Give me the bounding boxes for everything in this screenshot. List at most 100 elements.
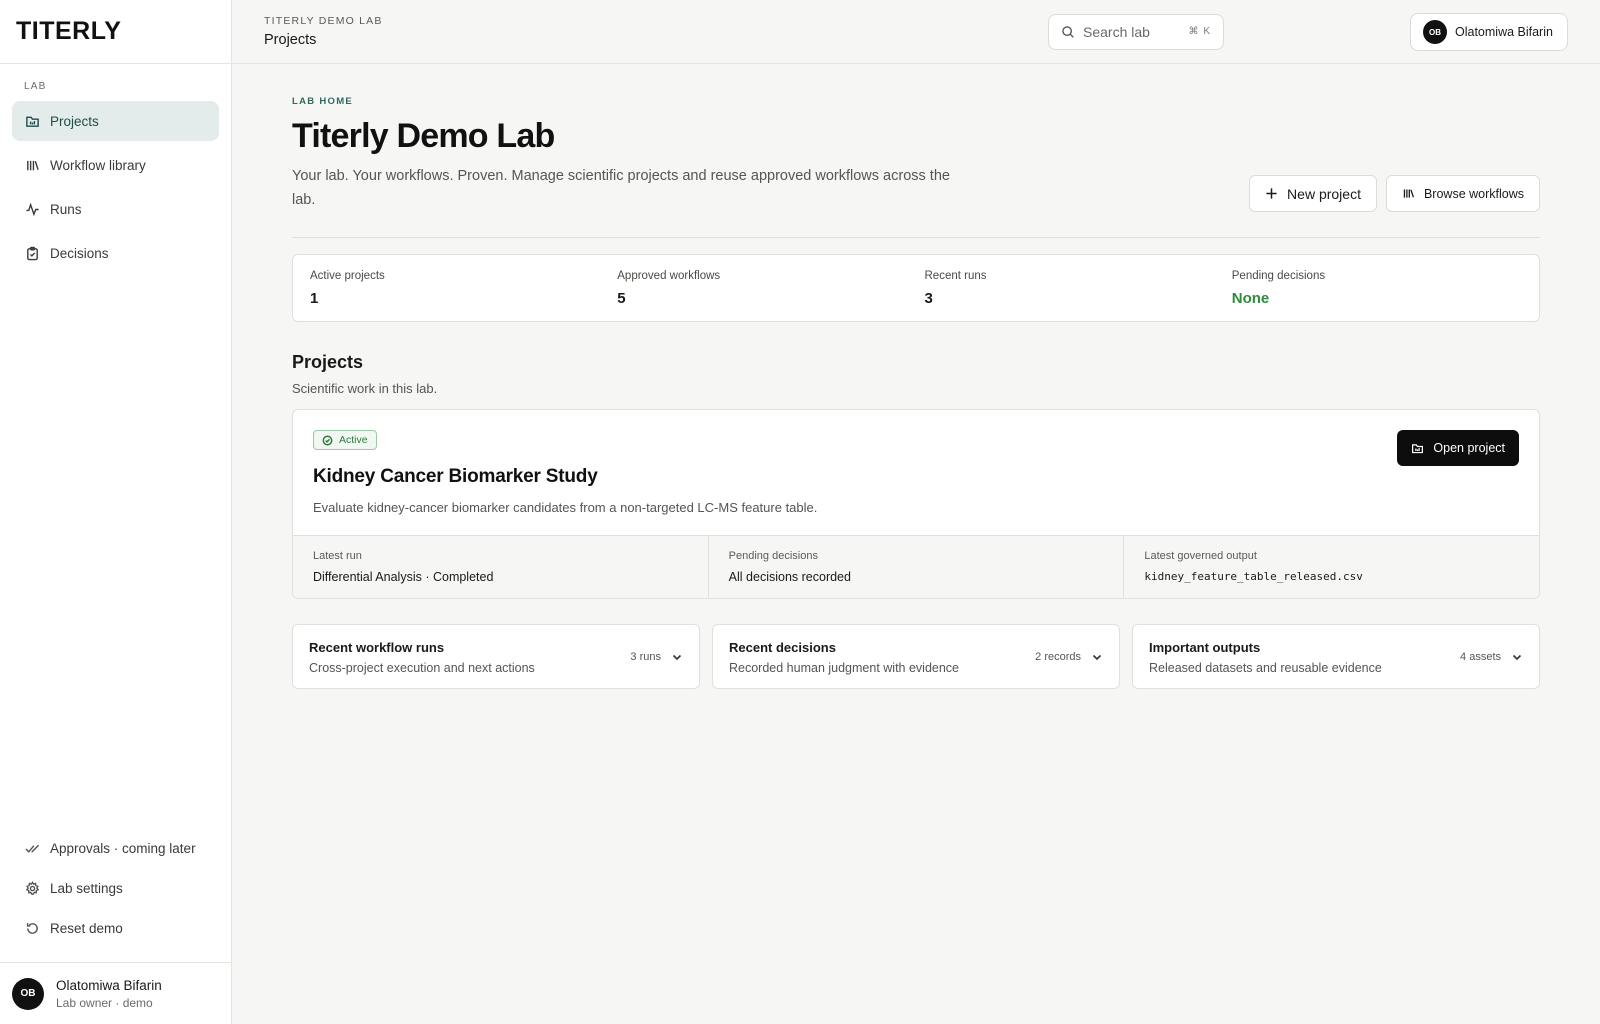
status-badge: Active — [313, 430, 377, 450]
folder-icon — [1412, 443, 1424, 453]
search-shortcut: ⌘ K — [1188, 26, 1211, 37]
search-input[interactable] — [1083, 24, 1183, 40]
panel-title: Recent workflow runs — [309, 640, 445, 655]
library-icon — [24, 157, 40, 173]
stat-label: Active projects — [310, 270, 385, 282]
header-divider — [292, 237, 1540, 238]
status-badge-label: Active — [339, 434, 368, 446]
page-title: Titerly Demo Lab — [292, 117, 555, 155]
double-check-icon — [24, 840, 40, 856]
meta-value[interactable]: kidney_feature_table_released.csv — [1144, 570, 1519, 583]
stat-value: None — [1231, 290, 1270, 307]
sidebar-item-approvals[interactable]: Approvals · coming later — [0, 828, 231, 868]
page-eyebrow: LAB HOME — [292, 96, 354, 107]
sidebar-item-label: Decisions — [50, 245, 109, 261]
avatar: OB — [12, 977, 44, 1010]
stat-label: Recent runs — [924, 270, 987, 282]
open-project-label: Open project — [1433, 441, 1505, 455]
panel-recent-decisions[interactable]: Recent decisions Recorded human judgment… — [712, 624, 1120, 689]
sidebar-item-lab-settings[interactable]: Lab settings — [0, 868, 231, 908]
panel-subtitle: Cross-project execution and next actions — [309, 661, 535, 675]
stat-approved-workflows: Approved workflows 5 — [617, 255, 924, 321]
main-content: LAB HOME Titerly Demo Lab Your lab. Your… — [292, 64, 1540, 689]
meta-latest-output: Latest governed output kidney_feature_ta… — [1124, 536, 1539, 598]
gear-icon — [24, 880, 40, 896]
search-icon — [1061, 25, 1075, 39]
panel-subtitle: Recorded human judgment with evidence — [729, 661, 959, 675]
browse-workflows-label: Browse workflows — [1423, 186, 1524, 201]
meta-label: Latest governed output — [1144, 550, 1257, 562]
stat-value: 5 — [617, 290, 626, 307]
breadcrumb-lab[interactable]: TITERLY DEMO LAB — [264, 15, 383, 27]
user-name: Olatomiwa Bifarin — [56, 977, 162, 993]
sidebar-item-label: Projects — [50, 113, 99, 129]
stats-bar: Active projects 1 Approved workflows 5 R… — [292, 254, 1540, 322]
header-actions: New project Browse workflows — [1249, 175, 1540, 212]
sidebar-item-label: Approvals · coming later — [50, 840, 196, 856]
sidebar: TITERLY LAB Projects Workflow library Ru… — [0, 0, 232, 1024]
sidebar-item-runs[interactable]: Runs — [12, 189, 219, 229]
sidebar-item-label: Reset demo — [50, 920, 123, 936]
sidebar-item-label: Runs — [50, 201, 82, 217]
search-box[interactable]: ⌘ K — [1048, 14, 1224, 50]
reset-icon — [24, 920, 40, 936]
user-menu-name: Olatomiwa Bifarin — [1455, 25, 1553, 39]
project-meta: Latest run Differential Analysis · Compl… — [293, 536, 1539, 598]
stat-pending-decisions: Pending decisions None — [1232, 255, 1539, 321]
page-subtitle: Your lab. Your workflows. Proven. Manage… — [292, 168, 950, 208]
brand-name: TITERLY — [16, 17, 122, 45]
chevron-down-icon — [1092, 654, 1102, 661]
meta-pending-decisions: Pending decisions All decisions recorded — [709, 536, 1125, 598]
panel-count: 4 assets — [1460, 651, 1501, 663]
chevron-down-icon — [672, 654, 682, 661]
stat-label: Pending decisions — [1231, 270, 1326, 282]
meta-value: Differential Analysis · Completed — [313, 570, 494, 584]
project-name[interactable]: Kidney Cancer Biomarker Study — [313, 466, 1519, 488]
library-icon — [1403, 189, 1414, 198]
projects-section-title: Projects — [292, 352, 364, 372]
panel-count: 2 records — [1035, 651, 1081, 663]
stat-value: 3 — [924, 290, 933, 307]
sidebar-item-label: Lab settings — [50, 880, 123, 896]
chevron-down-icon — [1512, 654, 1522, 661]
brand-logo[interactable]: TITERLY — [0, 0, 231, 64]
sidebar-item-reset-demo[interactable]: Reset demo — [0, 908, 231, 948]
breadcrumb-current: Projects — [264, 32, 317, 48]
meta-value: All decisions recorded — [728, 570, 851, 584]
user-menu-button[interactable]: OB Olatomiwa Bifarin — [1410, 13, 1568, 51]
new-project-label: New project — [1287, 185, 1361, 202]
project-description: Evaluate kidney-cancer biomarker candida… — [313, 499, 818, 515]
panel-count: 3 runs — [630, 651, 661, 663]
panel-subtitle: Released datasets and reusable evidence — [1149, 661, 1382, 675]
plus-icon — [1266, 188, 1277, 199]
sidebar-item-workflow-library[interactable]: Workflow library — [12, 145, 219, 185]
meta-latest-run: Latest run Differential Analysis · Compl… — [293, 536, 709, 598]
meta-label: Pending decisions — [728, 550, 818, 562]
avatar: OB — [1423, 20, 1447, 44]
sidebar-nav: Projects Workflow library Runs Decisions — [0, 101, 231, 273]
browse-workflows-button[interactable]: Browse workflows — [1385, 175, 1540, 212]
sidebar-item-label: Workflow library — [50, 157, 146, 173]
nav-section-label: LAB — [24, 81, 47, 92]
stat-value: 1 — [310, 290, 319, 307]
summary-panels: Recent workflow runs Cross-project execu… — [292, 624, 1540, 689]
sidebar-footer: Approvals · coming later Lab settings Re… — [0, 828, 231, 1024]
topbar: TITERLY DEMO LAB Projects ⌘ K OB Olatomi… — [232, 0, 1600, 64]
sidebar-item-projects[interactable]: Projects — [12, 101, 219, 141]
folder-icon — [24, 113, 40, 129]
clipboard-check-icon — [24, 245, 40, 261]
project-card: Active Kidney Cancer Biomarker Study Eva… — [292, 409, 1540, 599]
new-project-button[interactable]: New project — [1249, 175, 1377, 212]
activity-icon — [24, 201, 40, 217]
sidebar-item-decisions[interactable]: Decisions — [12, 233, 219, 273]
stat-recent-runs: Recent runs 3 — [925, 255, 1232, 321]
open-project-button[interactable]: Open project — [1397, 430, 1519, 466]
meta-label: Latest run — [313, 550, 362, 562]
user-role: Lab owner · demo — [56, 995, 153, 1010]
stat-active-projects: Active projects 1 — [310, 255, 617, 321]
projects-section-subtitle: Scientific work in this lab. — [292, 381, 438, 396]
sidebar-user[interactable]: OB Olatomiwa Bifarin Lab owner · demo — [0, 962, 231, 1024]
check-circle-icon — [322, 435, 333, 445]
panel-important-outputs[interactable]: Important outputs Released datasets and … — [1132, 624, 1540, 689]
panel-recent-workflow-runs[interactable]: Recent workflow runs Cross-project execu… — [292, 624, 700, 689]
